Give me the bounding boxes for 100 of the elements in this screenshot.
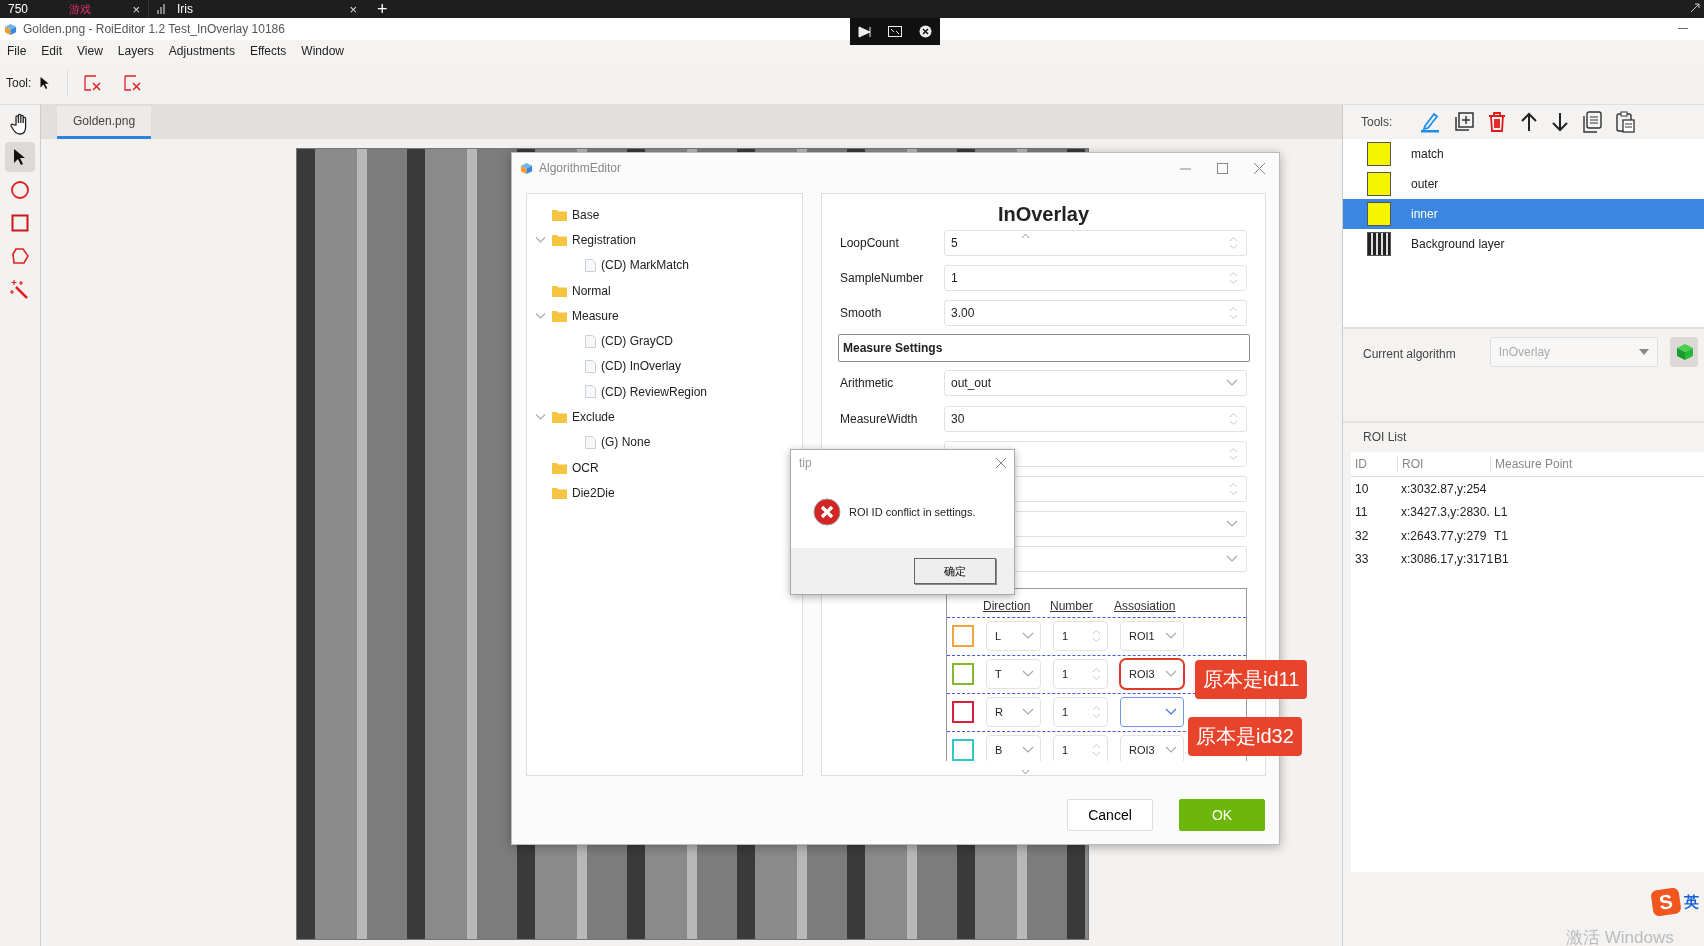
spin-arrows-icon (1229, 446, 1238, 461)
ime-mode[interactable]: 英 (1684, 892, 1699, 912)
number-field[interactable]: 30 (944, 405, 1247, 432)
folder-icon (552, 486, 567, 499)
new-tab-button[interactable]: + (377, 0, 388, 18)
table-cell-text: T1 (1493, 528, 1509, 543)
association-dropdown[interactable]: ROI1 (1120, 621, 1184, 652)
menu-item[interactable]: Layers (117, 44, 154, 58)
menu-item[interactable]: Window (301, 44, 345, 58)
association-dropdown[interactable]: ROI3 (1120, 735, 1184, 761)
tree-item[interactable]: (CD) InOverlay (601, 359, 681, 374)
dropdown-arrow-icon (1638, 349, 1649, 355)
direction-dropdown[interactable]: R (986, 697, 1041, 728)
chevron-down-icon (1022, 670, 1034, 679)
file-icon (585, 334, 596, 348)
tree-item[interactable]: Measure (572, 308, 619, 323)
scroll-up-icon[interactable] (1021, 233, 1030, 239)
color-swatch[interactable] (952, 739, 974, 761)
frame-x-icon[interactable] (84, 75, 103, 91)
tree-item[interactable]: (CD) MarkMatch (601, 258, 689, 273)
association-dropdown[interactable] (1120, 697, 1184, 728)
file-icon (585, 359, 596, 373)
chevron-down-icon (1165, 746, 1177, 755)
file-icon (585, 435, 596, 449)
pencil-icon[interactable] (1419, 111, 1442, 133)
tools-label: Tools: (1361, 115, 1393, 129)
menu-item[interactable]: Effects (249, 44, 287, 58)
arrow-up-icon[interactable] (1520, 112, 1539, 132)
number-field[interactable]: 3.00 (944, 299, 1247, 326)
paste-icon[interactable] (1615, 111, 1636, 133)
field-label: MeasureWidth (840, 411, 919, 426)
tree-item[interactable]: (CD) GrayCD (601, 334, 673, 349)
maximize-icon[interactable] (1217, 162, 1228, 174)
table-cell-text: 10 (1354, 481, 1370, 496)
scroll-down-icon[interactable] (1021, 769, 1030, 775)
tree-item[interactable]: Normal (572, 283, 611, 298)
folder-icon (552, 309, 567, 322)
tree-item[interactable]: Base (572, 207, 600, 222)
menu-item[interactable]: File (7, 44, 27, 58)
layer-item[interactable]: outer (1343, 169, 1704, 199)
confirm-button[interactable]: 确定 (914, 558, 996, 584)
add-layer-icon[interactable] (1454, 112, 1475, 132)
menu-item[interactable]: Adjustments (168, 44, 235, 58)
number-field[interactable]: 1 (944, 264, 1247, 291)
menu-item[interactable]: Edit (41, 44, 63, 58)
minimize-icon[interactable] (1678, 28, 1688, 30)
column-header: Assosiation (1114, 598, 1177, 613)
number-field[interactable]: 1 (1053, 659, 1108, 690)
color-swatch[interactable] (952, 663, 974, 686)
tree-item[interactable]: Die2Die (572, 485, 615, 500)
association-dropdown[interactable]: ROI3 (1120, 659, 1184, 690)
table-cell-text: 32 (1354, 528, 1370, 543)
direction-dropdown[interactable]: B (986, 735, 1041, 761)
expand-icon[interactable] (1690, 3, 1700, 13)
layer-item[interactable]: match (1343, 139, 1704, 169)
section-header: Measure Settings (838, 334, 1250, 363)
chevron-down-icon (1226, 555, 1238, 564)
copy-icon[interactable] (1582, 111, 1603, 133)
arrow-down-icon[interactable] (1551, 112, 1570, 132)
error-message: ROI ID conflict in settings. (849, 506, 976, 518)
direction-dropdown[interactable]: T (986, 659, 1041, 690)
tree-item[interactable]: Exclude (572, 410, 615, 424)
dropdown-field[interactable]: out_out (944, 370, 1247, 397)
table-cell-text: L1 (1493, 505, 1509, 520)
frame-x-icon[interactable] (124, 75, 143, 91)
tree-item[interactable]: OCR (572, 460, 599, 475)
annotation-label: 原本是id32 (1188, 717, 1302, 756)
chevron-down-icon (1165, 708, 1177, 717)
color-swatch[interactable] (952, 701, 974, 724)
spin-arrows-icon (1092, 743, 1101, 758)
tree-item[interactable]: Registration (572, 232, 637, 247)
document-tab[interactable]: Golden.png (57, 106, 152, 139)
close-icon[interactable] (918, 25, 932, 38)
screen-icon[interactable] (888, 26, 903, 37)
field-label: Smooth (840, 305, 883, 320)
chevron-down-icon (1022, 746, 1034, 755)
apply-button[interactable] (1669, 337, 1698, 367)
number-field[interactable]: 5 (944, 229, 1247, 256)
field-label: Arithmetic (840, 376, 895, 391)
number-field[interactable]: 1 (1053, 697, 1108, 728)
cancel-button[interactable]: Cancel (1067, 799, 1153, 831)
layer-item[interactable]: Background layer (1343, 229, 1704, 259)
current-algorithm-label: Current algorithm (1363, 347, 1456, 361)
tree-item[interactable]: (CD) ReviewRegion (601, 384, 708, 399)
column-header: ROI (1397, 457, 1490, 471)
trash-icon[interactable] (1487, 111, 1508, 133)
color-swatch[interactable] (952, 625, 974, 648)
number-field[interactable]: 1 (1053, 621, 1108, 652)
direction-dropdown[interactable]: L (986, 621, 1041, 652)
square-icon (11, 214, 29, 232)
layer-item[interactable]: inner (1343, 199, 1704, 229)
spin-arrows-icon (1229, 305, 1238, 320)
flag-icon[interactable] (858, 25, 873, 38)
column-header: ID (1354, 457, 1368, 471)
number-field[interactable]: 1 (1053, 735, 1108, 761)
tool-button[interactable] (5, 142, 35, 172)
tree-item[interactable]: (G) None (601, 435, 651, 450)
browser-tab[interactable]: 750 游戏 × (0, 0, 148, 18)
column-header: Direction (983, 598, 1032, 613)
menu-item[interactable]: View (77, 44, 103, 58)
